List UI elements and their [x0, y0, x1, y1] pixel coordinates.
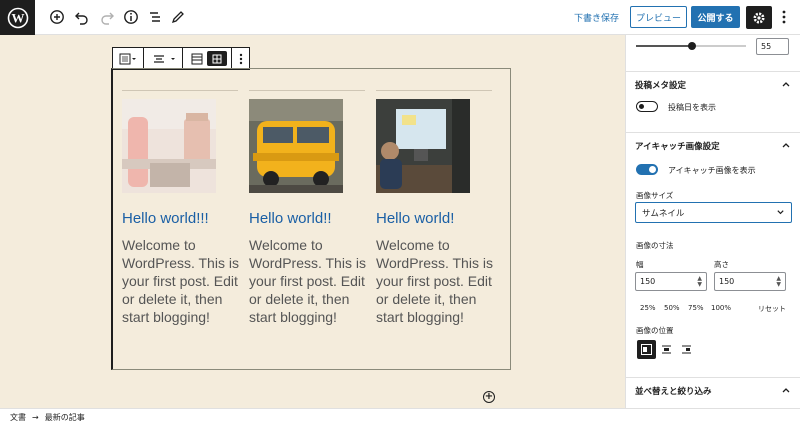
settings-gear-icon[interactable] [746, 6, 772, 29]
post-thumbnail-image[interactable] [122, 99, 216, 193]
undo-icon[interactable] [73, 8, 91, 26]
reset-button[interactable]: リセット [758, 304, 786, 314]
image-position-label: 画像の位置 [636, 326, 674, 335]
align-dropdown-icon[interactable] [144, 48, 183, 69]
post-thumbnail-image[interactable] [376, 99, 470, 193]
show-featured-image-label: アイキャッチ画像を表示 [668, 166, 756, 175]
save-draft-button[interactable]: 下書き保存 [574, 11, 619, 24]
panel-title: 投稿メタ設定 [635, 80, 687, 91]
redo-icon[interactable] [98, 8, 116, 26]
preset-25-button[interactable]: 25% [640, 304, 656, 312]
spinner-arrows-icon[interactable]: ▲ ▼ [697, 276, 702, 288]
spinner-arrows-icon[interactable]: ▲ ▼ [776, 276, 781, 288]
list-view-icon[interactable] [146, 8, 164, 26]
align-left-icon[interactable] [637, 340, 656, 359]
show-featured-image-toggle[interactable] [636, 164, 658, 175]
info-icon[interactable] [122, 8, 140, 26]
post-excerpt: Welcome to WordPress. This is your first… [122, 237, 239, 325]
settings-sidebar: 55 投稿メタ設定 投稿日を表示 アイキャッチ画像設定 アイキャッチ画像を表示 … [625, 35, 800, 408]
height-label: 高さ [714, 260, 729, 269]
image-height-input[interactable]: 150 ▲ ▼ [714, 272, 786, 291]
preset-100-button[interactable]: 100% [711, 304, 731, 312]
post-meta-panel-toggle[interactable]: 投稿メタ設定 [626, 71, 800, 97]
slider-thumb[interactable] [688, 42, 696, 50]
post-card: Hello world! Welcome to WordPress. This … [376, 90, 493, 326]
panel-title: アイキャッチ画像設定 [635, 141, 720, 152]
post-excerpt: Welcome to WordPress. This is your first… [249, 237, 366, 325]
post-excerpt: Welcome to WordPress. This is your first… [376, 237, 493, 325]
chevron-up-icon [782, 143, 790, 148]
editor-top-toolbar: W 下書き保存 プレビュー 公開する [0, 0, 800, 35]
image-width-input[interactable]: 150 ▲ ▼ [635, 272, 707, 291]
more-options-icon[interactable] [777, 8, 791, 26]
post-thumbnail-image[interactable] [249, 99, 343, 193]
sort-filter-panel-toggle[interactable]: 並べ替えと絞り込み [626, 377, 800, 403]
width-label: 幅 [636, 260, 644, 269]
publish-button[interactable]: 公開する [691, 6, 740, 28]
preset-75-button[interactable]: 75% [688, 304, 704, 312]
chevron-down-icon [777, 210, 784, 215]
image-position-group [637, 340, 697, 359]
chevron-up-icon [782, 82, 790, 87]
width-value: 150 [640, 277, 656, 286]
block-toolbar [112, 47, 250, 70]
breadcrumb: 文書 → 最新の記事 [0, 408, 800, 425]
wordpress-logo-icon[interactable]: W [0, 0, 35, 35]
arrow-right-icon: → [32, 412, 39, 422]
height-value: 150 [719, 277, 735, 286]
post-divider [122, 90, 238, 91]
panel-title: 並べ替えと絞り込み [635, 386, 712, 397]
image-size-select[interactable]: サムネイル [635, 202, 792, 223]
post-title-link[interactable]: Hello world!! [249, 210, 365, 227]
post-divider [249, 90, 365, 91]
post-card: Hello world!! Welcome to WordPress. This… [249, 90, 366, 326]
preview-button[interactable]: プレビュー [630, 6, 687, 28]
svg-text:W: W [11, 10, 24, 25]
post-card: Hello world!!! Welcome to WordPress. Thi… [122, 90, 239, 326]
breadcrumb-root[interactable]: 文書 [10, 412, 26, 423]
align-right-icon[interactable] [677, 340, 696, 359]
grid-layout-icon[interactable] [207, 51, 228, 66]
featured-image-panel-toggle[interactable]: アイキャッチ画像設定 [626, 132, 800, 158]
image-size-label: 画像サイズ [636, 191, 674, 200]
post-divider [376, 90, 492, 91]
block-type-switcher[interactable] [113, 48, 144, 69]
post-title-link[interactable]: Hello world! [376, 210, 492, 227]
align-center-icon[interactable] [657, 340, 676, 359]
add-block-icon[interactable] [48, 8, 66, 26]
slider-number-input[interactable]: 55 [756, 38, 789, 55]
image-size-value: サムネイル [642, 208, 685, 219]
block-more-options-icon[interactable] [232, 48, 249, 69]
preset-50-button[interactable]: 50% [664, 304, 680, 312]
add-block-inline-icon[interactable]: + [483, 391, 495, 403]
tools-pencil-icon[interactable] [169, 8, 187, 26]
chevron-up-icon [782, 388, 790, 393]
columns-range-slider[interactable] [636, 42, 746, 50]
slider-fill [636, 45, 692, 47]
post-title-link[interactable]: Hello world!!! [122, 210, 238, 227]
show-date-label: 投稿日を表示 [668, 103, 716, 112]
show-date-toggle[interactable] [636, 101, 658, 112]
layout-toggle-group [183, 48, 233, 69]
list-layout-icon[interactable] [187, 53, 207, 65]
image-dimensions-label: 画像の寸法 [636, 241, 674, 250]
breadcrumb-current[interactable]: 最新の記事 [45, 412, 85, 423]
